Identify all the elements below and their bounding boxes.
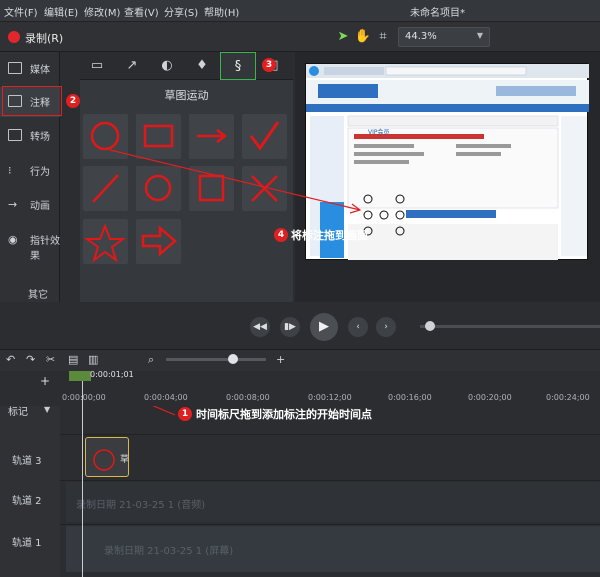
redo-icon[interactable]: ↷ xyxy=(26,353,35,366)
prev-button[interactable]: ‹ xyxy=(348,317,368,337)
track-1-label: 轨道 1 xyxy=(12,538,42,549)
track-headers: 轨道 3 轨道 2 轨道 1 xyxy=(0,406,60,577)
chevron-down-icon[interactable]: ▼ xyxy=(44,405,50,414)
track-3-label: 轨道 3 xyxy=(12,456,42,467)
zoom-in-icon[interactable]: + xyxy=(276,353,285,366)
annotation-clip[interactable]: 草 xyxy=(85,437,129,477)
playhead-handle[interactable] xyxy=(69,371,91,381)
marker-label: 标记 xyxy=(8,407,28,418)
tick-label: 0:00:12;00 xyxy=(308,393,352,402)
screen-clip[interactable]: 录制日期 21-03-25 1 (屏幕) xyxy=(66,526,600,572)
screen-clip-label: 录制日期 21-03-25 1 (屏幕) xyxy=(104,546,234,557)
tick-label: 0:00:16;00 xyxy=(388,393,432,402)
scrub-handle[interactable] xyxy=(425,321,435,331)
search-icon[interactable]: ⌕ xyxy=(148,353,154,367)
tick-label: 0:00:08;00 xyxy=(226,393,270,402)
audio-clip[interactable]: 录制日期 21-03-25 1 (音频) xyxy=(66,482,600,522)
add-track-icon[interactable]: + xyxy=(40,374,50,388)
timeline-toolbar: ↶ ↷ ✂ ▤ ▥ ⌕ + xyxy=(0,349,600,371)
prev-frame-button[interactable]: ◀◀ xyxy=(250,317,270,337)
zoom-slider-handle[interactable] xyxy=(228,354,238,364)
audio-clip-label: 录制日期 21-03-25 1 (音频) xyxy=(76,500,206,511)
playhead-time: 0:00:01;01 xyxy=(90,370,134,379)
step-badge: 4 xyxy=(274,228,288,242)
timeline-ruler[interactable]: 0:00:00;00 0:00:04;00 0:00:08;00 0:00:12… xyxy=(60,371,600,406)
tick-label: 0:00:24;00 xyxy=(546,393,590,402)
callout-drag-annotation: 将标注拖到画面 xyxy=(291,229,368,242)
undo-icon[interactable]: ↶ xyxy=(6,353,15,366)
paste-icon[interactable]: ▥ xyxy=(88,353,98,366)
tick-label: 0:00:00;00 xyxy=(62,393,106,402)
zoom-slider[interactable] xyxy=(166,358,266,361)
annotation-clip-label: 草 xyxy=(120,455,130,465)
cut-icon[interactable]: ✂ xyxy=(46,353,55,366)
tick-label: 0:00:04;00 xyxy=(144,393,188,402)
callout-playhead: 时间标尺拖到添加标注的开始时间点 xyxy=(196,408,372,421)
play-button[interactable]: ▶ xyxy=(310,313,338,341)
next-button[interactable]: › xyxy=(376,317,396,337)
step-back-button[interactable]: ▮▶ xyxy=(280,317,300,337)
scrub-bar[interactable] xyxy=(420,325,600,328)
tick-label: 0:00:20;00 xyxy=(468,393,512,402)
step-badge: 1 xyxy=(178,407,192,421)
track-3[interactable] xyxy=(60,434,600,479)
playhead-line xyxy=(82,381,83,577)
track-2-label: 轨道 2 xyxy=(12,496,42,507)
copy-icon[interactable]: ▤ xyxy=(68,353,78,366)
